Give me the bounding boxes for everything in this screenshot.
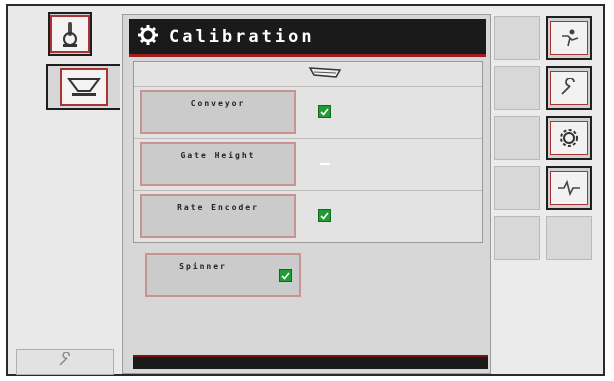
diagnostics-pulse-icon xyxy=(550,171,588,205)
left-tab-column xyxy=(8,6,120,375)
right-softkey-grid xyxy=(494,16,602,372)
empty-softkey xyxy=(494,66,540,110)
list-item: Gate Height xyxy=(134,138,482,191)
joystick-icon xyxy=(50,15,90,53)
rate-encoder-button[interactable]: Rate Encoder xyxy=(140,194,296,238)
tab-machine-control[interactable] xyxy=(48,12,92,56)
spinner-checkbox[interactable] xyxy=(279,269,292,282)
gear-icon xyxy=(550,121,588,155)
gate-height-status xyxy=(320,163,330,165)
rate-encoder-checkbox[interactable] xyxy=(318,209,331,222)
operator-settings-icon xyxy=(550,21,588,55)
list-item: Conveyor xyxy=(134,86,482,139)
rate-encoder-label: Rate Encoder xyxy=(177,203,259,212)
spreader-icon xyxy=(306,64,346,80)
tab-spreader[interactable] xyxy=(46,64,120,110)
empty-softkey xyxy=(494,16,540,60)
conveyor-button[interactable]: Conveyor xyxy=(140,90,296,134)
wrench-icon xyxy=(57,351,73,372)
wrench-icon xyxy=(550,71,588,105)
spinner-label: Spinner xyxy=(179,262,227,271)
settings-button[interactable] xyxy=(546,116,592,160)
empty-softkey xyxy=(494,216,540,260)
calibration-list: Conveyor Gate Height Rate Encoder xyxy=(133,61,483,243)
bottom-bar xyxy=(133,355,488,369)
empty-softkey xyxy=(494,166,540,210)
conveyor-checkbox[interactable] xyxy=(318,105,331,118)
gate-height-label: Gate Height xyxy=(180,151,256,160)
gear-icon xyxy=(137,24,159,50)
empty-softkey xyxy=(494,116,540,160)
main-panel: Calibration Conveyor Gate Height Rate En… xyxy=(122,14,491,374)
operator-settings-button[interactable] xyxy=(546,16,592,60)
wrench-button[interactable] xyxy=(546,66,592,110)
list-item: Rate Encoder xyxy=(134,190,482,243)
title-bar: Calibration xyxy=(129,19,486,57)
page-title: Calibration xyxy=(169,26,315,47)
conveyor-label: Conveyor xyxy=(190,99,246,108)
empty-softkey xyxy=(546,216,592,260)
spreader-hopper-icon xyxy=(60,68,108,106)
tool-button[interactable] xyxy=(16,349,114,375)
spinner-button[interactable]: Spinner xyxy=(145,253,301,297)
screen-frame: Calibration Conveyor Gate Height Rate En… xyxy=(6,4,605,376)
gate-height-button[interactable]: Gate Height xyxy=(140,142,296,186)
diagnostics-button[interactable] xyxy=(546,166,592,210)
